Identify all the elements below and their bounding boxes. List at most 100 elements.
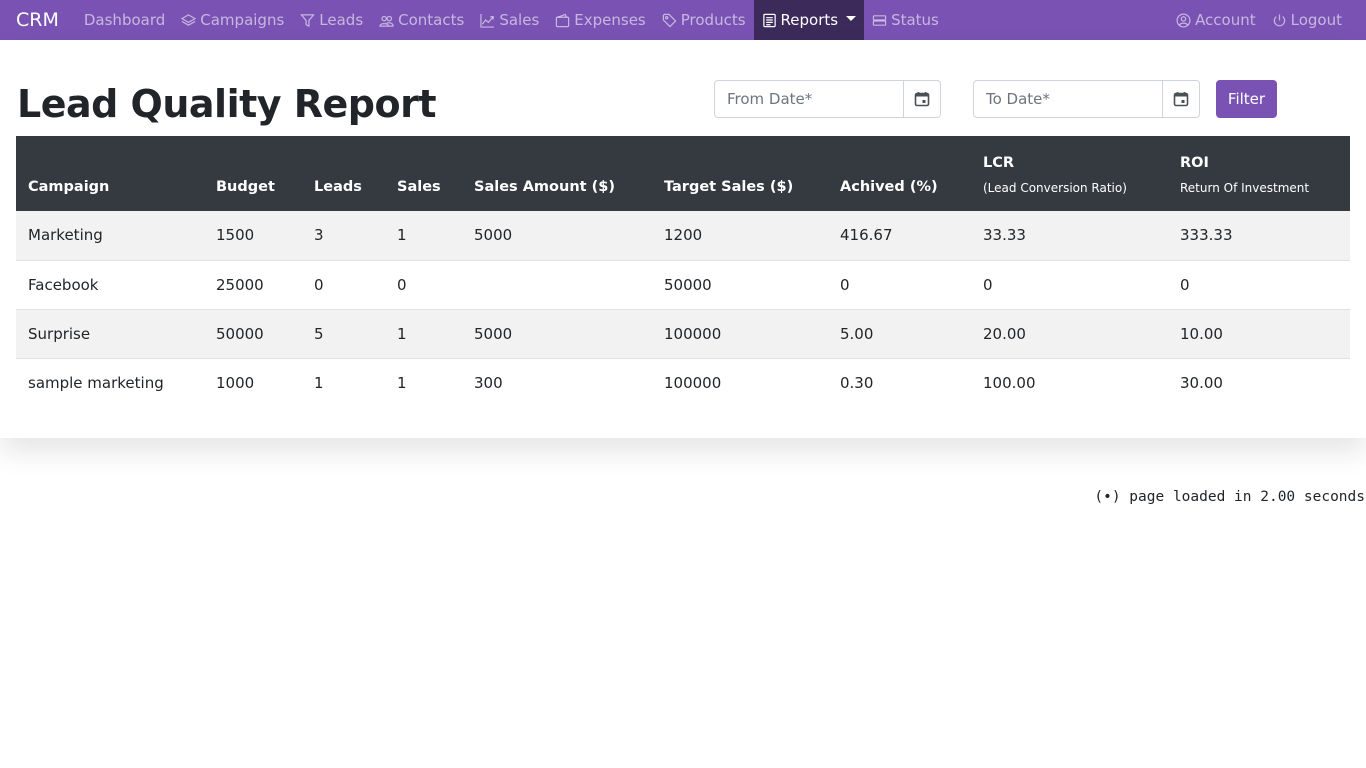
- table-cell: Surprise: [28, 324, 91, 343]
- nav-item-label: Sales: [499, 11, 540, 29]
- table-cell: 5000: [474, 226, 513, 245]
- table-cell: 50000: [664, 275, 712, 294]
- table-cell: 1: [314, 373, 324, 392]
- column-header-lcr[interactable]: LCR (Lead Conversion Ratio): [971, 136, 1168, 211]
- nav-right: Account Logout: [1168, 0, 1350, 40]
- column-header-target-sales[interactable]: Target Sales ($): [652, 136, 828, 211]
- from-date-group: [714, 80, 941, 118]
- table-cell: 0.30: [840, 373, 874, 392]
- nav-item-leads[interactable]: Leads: [292, 0, 371, 40]
- power-icon: [1273, 13, 1285, 26]
- table-cell: 1: [397, 226, 407, 245]
- table-cell: Marketing: [28, 226, 103, 245]
- table-cell: 1: [397, 324, 407, 343]
- table-cell: 25000: [216, 275, 264, 294]
- table-cell: 5.00: [840, 324, 874, 343]
- chevron-down-icon: [846, 16, 857, 21]
- table-row: Surprise 50000 5 1 5000 100000 5.00 20.00 10.00: [16, 309, 1350, 358]
- table-cell: 100.00: [983, 373, 1036, 392]
- column-header-campaign[interactable]: Campaign: [16, 136, 204, 211]
- table-cell: 100000: [664, 324, 722, 343]
- table-cell: 1500: [216, 226, 255, 245]
- nav-item-label: Expenses: [574, 11, 646, 29]
- page-title: Lead Quality Report: [17, 82, 437, 126]
- calendar-icon: [914, 92, 930, 107]
- brand-logo[interactable]: CRM: [16, 0, 59, 40]
- people-icon: [379, 15, 394, 27]
- table-cell: 10.00: [1180, 324, 1223, 343]
- table-cell: 5000: [474, 324, 513, 343]
- page-load-text: page loaded in 2.00 seconds: [1129, 489, 1365, 505]
- column-header-sales-amount[interactable]: Sales Amount ($): [462, 136, 652, 211]
- nav-item-products[interactable]: Products: [654, 0, 754, 40]
- nav-item-logout[interactable]: Logout: [1264, 0, 1350, 40]
- document-icon: [762, 13, 776, 27]
- from-date-picker-button[interactable]: [904, 80, 941, 118]
- nav-item-reports[interactable]: Reports: [753, 0, 865, 40]
- nav-item-label: Campaigns: [200, 11, 285, 29]
- nav-item-dashboard[interactable]: Dashboard: [76, 0, 173, 40]
- table-cell: 100000: [664, 373, 722, 392]
- filter-button[interactable]: Filter: [1216, 80, 1277, 118]
- table-row: Marketing 1500 3 1 5000 1200 416.67 33.33 333.33: [16, 211, 1350, 260]
- page-load-status: (•) page loaded in 2.00 seconds: [1094, 489, 1365, 505]
- nav-item-label: Reports: [780, 11, 839, 29]
- nav-item-label: Products: [680, 11, 746, 29]
- column-header-budget[interactable]: Budget: [204, 136, 302, 211]
- tag-icon: [662, 13, 677, 27]
- layers-icon: [181, 13, 197, 26]
- column-header-leads[interactable]: Leads: [302, 136, 385, 211]
- table-cell: 416.67: [840, 226, 893, 245]
- to-date-picker-button[interactable]: [1163, 80, 1200, 118]
- table-body: Marketing 1500 3 1 5000 1200 416.67 33.33 333.33…: [16, 211, 1350, 407]
- nav-item-account[interactable]: Account: [1168, 0, 1264, 40]
- nav-item-status[interactable]: Status: [864, 0, 947, 40]
- nav-item-label: Leads: [319, 11, 364, 29]
- table-row: Facebook 25000 0 0 50000 0 0 0: [16, 260, 1350, 309]
- table-cell: 1000: [216, 373, 255, 392]
- table-cell: 33.33: [983, 226, 1026, 245]
- top-navbar: CRM Dashboard Campaigns Leads Contacts S…: [0, 0, 1366, 40]
- column-header-subtitle: (Lead Conversion Ratio): [983, 181, 1127, 195]
- wallet-icon: [556, 13, 570, 27]
- nav-item-expenses[interactable]: Expenses: [547, 0, 653, 40]
- table-cell: [462, 260, 652, 309]
- nav-items: Dashboard Campaigns Leads Contacts Sales…: [76, 0, 947, 40]
- nav-item-contacts[interactable]: Contacts: [371, 0, 472, 40]
- table-cell: 0: [397, 275, 407, 294]
- column-header-roi[interactable]: ROI Return Of Investment: [1168, 136, 1350, 211]
- table-cell: 20.00: [983, 324, 1026, 343]
- nav-item-label: Account: [1195, 11, 1256, 29]
- graph-up-icon: [480, 13, 495, 28]
- table-cell: 3: [314, 226, 324, 245]
- nav-item-sales[interactable]: Sales: [472, 0, 547, 40]
- column-header-achived[interactable]: Achived (%): [828, 136, 971, 211]
- column-header-sales[interactable]: Sales: [385, 136, 462, 211]
- table-cell: 1200: [664, 226, 703, 245]
- table-cell: 300: [474, 373, 503, 392]
- nav-item-label: Status: [891, 11, 939, 29]
- nav-item-label: Logout: [1290, 11, 1342, 29]
- to-date-input[interactable]: [973, 80, 1163, 118]
- broadcast-icon: (•): [1094, 489, 1121, 505]
- table-row: sample marketing 1000 1 1 300 100000 0.30 100.0…: [16, 358, 1350, 407]
- user-circle-icon: [1176, 13, 1191, 27]
- from-date-input[interactable]: [714, 80, 904, 118]
- server-icon: [872, 14, 887, 26]
- table-cell: 0: [840, 275, 850, 294]
- column-header-subtitle: Return Of Investment: [1180, 181, 1310, 195]
- table-cell: 333.33: [1180, 226, 1233, 245]
- funnel-icon: [300, 13, 316, 27]
- report-card: Lead Quality Report Filter Campaign Budg…: [0, 40, 1366, 438]
- table-cell: 0: [1180, 275, 1190, 294]
- calendar-icon: [1173, 92, 1189, 107]
- table-cell: 0: [314, 275, 324, 294]
- nav-item-campaigns[interactable]: Campaigns: [173, 0, 292, 40]
- to-date-group: [973, 80, 1200, 118]
- table-cell: 50000: [216, 324, 264, 343]
- table-cell: sample marketing: [28, 373, 164, 392]
- table-cell: 0: [983, 275, 993, 294]
- table-cell: Facebook: [28, 275, 99, 294]
- nav-item-label: Dashboard: [83, 11, 166, 29]
- table-cell: 5: [314, 324, 324, 343]
